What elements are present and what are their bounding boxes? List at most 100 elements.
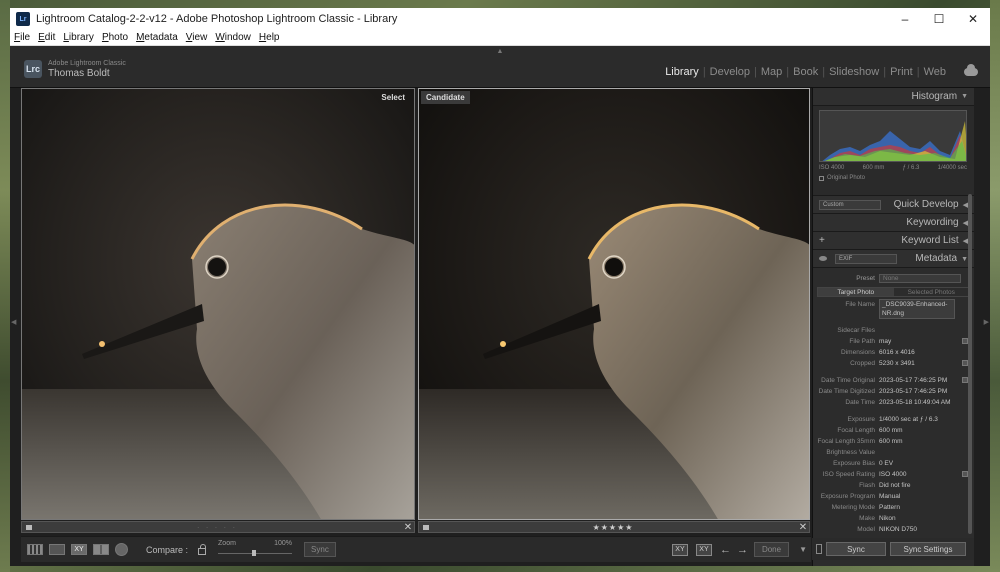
keyword-list-header[interactable]: + Keyword List ◀ [813, 232, 974, 250]
file-name-field[interactable]: _DSC9039-Enhanced-NR.dng [879, 299, 955, 319]
metadata-value: NIKON D750 [879, 526, 917, 533]
beak-highlight [500, 341, 506, 347]
menu-file[interactable]: File [14, 32, 30, 43]
metadata-key: Date Time Original [821, 377, 875, 384]
metadata-key: Date Time [845, 399, 875, 406]
zoom-knob[interactable] [252, 549, 257, 556]
metadata-header[interactable]: EXIF Metadata ▼ [813, 250, 974, 268]
compare-label: Compare : [146, 544, 189, 555]
add-keyword-icon[interactable]: + [819, 235, 825, 246]
make-select-icon[interactable]: XY [695, 543, 712, 556]
loupe-view-icon[interactable] [49, 544, 65, 555]
metadata-panel: Preset None Target Photo Selected Photos… [813, 268, 974, 535]
next-photo-icon[interactable]: → [737, 544, 748, 556]
menu-metadata[interactable]: Metadata [136, 32, 178, 43]
metadata-key: Model [857, 526, 875, 533]
candidate-rating-stars[interactable]: ★★★★★ [429, 523, 797, 532]
menu-help[interactable]: Help [259, 32, 280, 43]
right-panel-toggle-icon[interactable]: ▶ [984, 318, 989, 326]
menu-photo[interactable]: Photo [102, 32, 128, 43]
menu-library[interactable]: Library [63, 32, 94, 43]
close-select-icon[interactable]: ✕ [402, 522, 414, 533]
sync-settings-button[interactable]: Sync Settings [890, 542, 966, 556]
module-book[interactable]: Book [789, 66, 822, 78]
collapse-icon[interactable]: ▼ [961, 93, 968, 100]
people-view-icon[interactable] [115, 543, 128, 556]
zoom-label: Zoom [218, 539, 236, 547]
sync-button[interactable]: Sync [304, 542, 336, 557]
compare-view-icon[interactable]: XY [71, 544, 87, 555]
metadata-key: Brightness Value [826, 449, 875, 456]
metadata-row: Make Nikon [813, 513, 974, 524]
metadata-key: Flash [859, 482, 875, 489]
metadata-key: Make [859, 515, 875, 522]
minimize-button[interactable]: – [888, 8, 922, 30]
tab-target-photo[interactable]: Target Photo [818, 288, 894, 296]
metadata-key: Exposure Bias [833, 460, 875, 467]
metadata-key: Date Time Digitized [818, 388, 875, 395]
select-rating[interactable]: · · · · · [32, 523, 402, 532]
toolbar-menu-icon[interactable]: ▼ [799, 545, 807, 554]
close-button[interactable]: ✕ [956, 8, 990, 30]
metadata-set-select[interactable]: EXIF [835, 253, 897, 264]
module-slideshow[interactable]: Slideshow [825, 66, 883, 78]
select-pane[interactable]: Select [21, 88, 415, 520]
module-web[interactable]: Web [920, 66, 950, 78]
metadata-row: Sidecar Files [813, 325, 974, 336]
metadata-value: 600 mm [879, 438, 903, 445]
grid-view-icon[interactable] [27, 544, 43, 555]
metadata-row: Date Time 2023-05-18 10:49:04 AM [813, 397, 974, 408]
metadata-preset-select[interactable]: None [879, 273, 961, 283]
metadata-row: Brightness Value [813, 447, 974, 458]
auto-sync-switch[interactable] [816, 544, 822, 554]
module-develop[interactable]: Develop [706, 66, 754, 78]
tab-selected-photos[interactable]: Selected Photos [894, 288, 970, 296]
metadata-value: Did not fire [879, 482, 911, 489]
metadata-key: Metering Mode [831, 504, 875, 511]
candidate-pane[interactable]: Candidate [418, 88, 810, 520]
survey-view-icon[interactable] [93, 544, 109, 555]
metadata-value: 0 EV [879, 460, 894, 467]
metadata-row: Flash Did not fire [813, 480, 974, 491]
metadata-row: Exposure Program Manual [813, 491, 974, 502]
maximize-button[interactable]: ☐ [922, 8, 956, 30]
top-panel-toggle-icon[interactable]: ▲ [497, 48, 504, 55]
histogram-header[interactable]: Histogram ▼ [813, 88, 974, 106]
select-photo [22, 89, 414, 519]
eye-icon[interactable] [819, 256, 827, 261]
quick-develop-preset-select[interactable]: Custom [819, 199, 881, 210]
zoom-slider[interactable]: Zoom 100% [218, 539, 293, 560]
zoom-value: 100% [274, 539, 293, 547]
module-library[interactable]: Library [661, 66, 703, 78]
metadata-key: Focal Length [837, 427, 875, 434]
bird-eye [208, 258, 226, 276]
select-label: Select [381, 93, 405, 102]
menu-edit[interactable]: Edit [38, 32, 55, 43]
close-candidate-icon[interactable]: ✕ [797, 522, 809, 533]
metadata-row: Exposure Bias 0 EV [813, 458, 974, 469]
menu-view[interactable]: View [186, 32, 208, 43]
beak-highlight [99, 341, 105, 347]
swap-icon[interactable]: XY [671, 543, 688, 556]
metadata-tabs: Target Photo Selected Photos [817, 287, 970, 297]
module-map[interactable]: Map [757, 66, 786, 78]
quick-develop-header[interactable]: Custom Quick Develop ◀ [813, 196, 974, 214]
done-button[interactable]: Done [753, 542, 790, 557]
module-print[interactable]: Print [886, 66, 917, 78]
lock-icon[interactable] [198, 544, 207, 555]
sync-metadata-button[interactable]: Sync [826, 542, 886, 556]
cloud-sync-icon[interactable] [964, 64, 978, 76]
metadata-row: Metering Mode Pattern [813, 502, 974, 513]
collapse-icon[interactable]: ▼ [961, 256, 968, 263]
desktop-background-right [990, 0, 1000, 572]
select-pane-footer: · · · · · ✕ [21, 521, 415, 533]
right-panel-scrollbar[interactable] [968, 194, 972, 534]
original-photo-checkbox[interactable] [819, 175, 824, 181]
original-photo-toggle[interactable]: Original Photo [819, 175, 968, 181]
histogram-graph[interactable] [819, 110, 967, 162]
menu-window[interactable]: Window [215, 32, 251, 43]
left-panel-toggle-icon[interactable]: ◀ [11, 318, 16, 326]
keywording-header[interactable]: Keywording ◀ [813, 214, 974, 232]
metadata-key: Exposure Program [820, 493, 875, 500]
previous-photo-icon[interactable]: ← [720, 544, 731, 556]
